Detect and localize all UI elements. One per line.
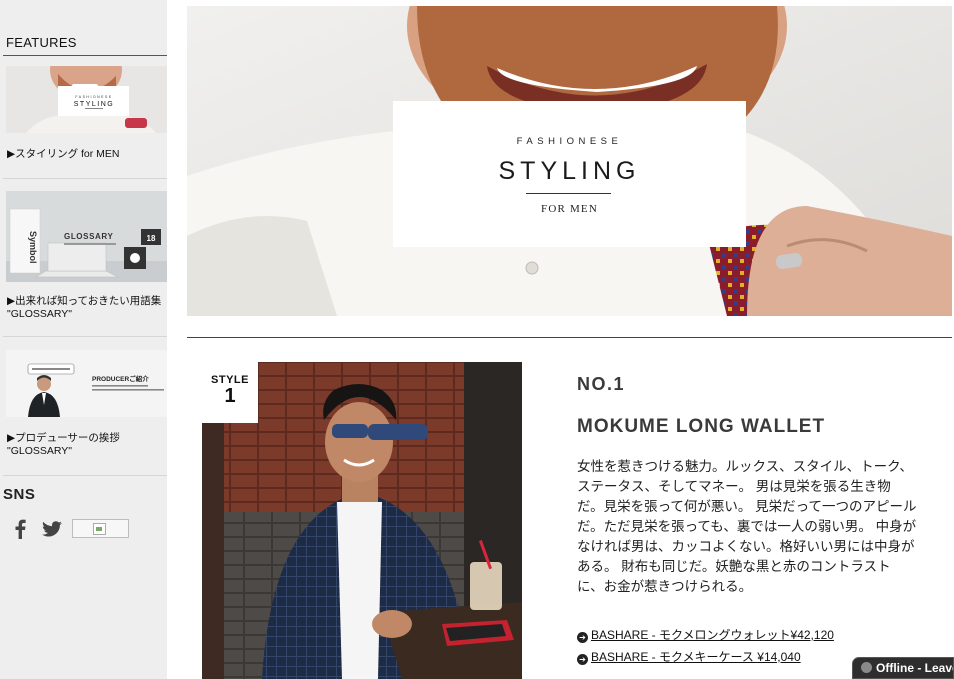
offline-status-text: Offline - Leave	[876, 661, 954, 675]
thumb-caption-glossary: GLOSSARY	[64, 232, 113, 241]
feature-thumb-glossary[interactable]: Symbol GLOSSARY 18	[6, 191, 167, 282]
thumb-caption-styling: STYLING	[74, 101, 114, 108]
style-badge-number: 1	[224, 385, 236, 407]
hero-title: STYLING	[498, 157, 641, 185]
hero-title-rule	[526, 193, 611, 194]
content-divider	[187, 337, 952, 338]
svg-text:Symbol: Symbol	[28, 231, 38, 264]
broken-image-placeholder[interactable]	[72, 519, 129, 538]
hero-subtitle: FASHIONESE	[516, 136, 623, 147]
feature-thumb-styling[interactable]: FASHIONESE STYLING	[6, 66, 167, 133]
feature-thumb-producer[interactable]: PRODUCERご紹介	[6, 350, 167, 417]
product-description: 女性を惹きつける魅力。ルックス、スタイル、トーク、ステータス、そしてマネー。 男…	[577, 459, 917, 594]
shop-link-long-wallet[interactable]: ➔ BASHARE - モクメロングウォレット¥42,120	[577, 626, 834, 643]
twitter-icon[interactable]	[42, 521, 62, 542]
product-number: NO.1	[577, 374, 626, 394]
arrow-circle-icon: ➔	[577, 654, 588, 665]
sidebar-separator	[3, 475, 167, 476]
styling-thumb-image: FASHIONESE STYLING	[6, 66, 167, 133]
product-name: MOKUME LONG WALLET	[577, 416, 826, 437]
hero-banner[interactable]: FASHIONESE STYLING FOR MEN	[187, 6, 952, 316]
shop-link-text: BASHARE - モクメキーケース ¥14,040	[591, 650, 801, 664]
hero-title-card: FASHIONESE STYLING FOR MEN	[393, 101, 746, 247]
arrow-circle-icon: ➔	[577, 632, 588, 643]
sidebar: FEATURES FASHIONESE STYLING ▶スタイリング for …	[0, 0, 167, 679]
feature-link-styling[interactable]: ▶スタイリング for MEN	[7, 148, 167, 161]
feature-link-producer[interactable]: ▶プロデューサーの挨拶 "GLOSSARY"	[7, 432, 167, 458]
svg-text:18: 18	[147, 234, 156, 243]
chat-offline-tab[interactable]: Offline - Leave	[852, 657, 954, 679]
producer-thumb-image: PRODUCERご紹介	[6, 350, 167, 417]
features-divider	[3, 55, 167, 56]
sidebar-separator	[3, 336, 167, 337]
feature-link-glossary[interactable]: ▶出来れば知っておきたい用語集 "GLOSSARY"	[7, 295, 167, 321]
shop-link-text: BASHARE - モクメロングウォレット¥42,120	[591, 628, 834, 642]
sns-heading: SNS	[3, 486, 36, 503]
glossary-thumb-image: Symbol GLOSSARY 18	[6, 191, 167, 282]
features-heading: FEATURES	[6, 35, 77, 50]
facebook-icon[interactable]	[14, 519, 26, 544]
chat-status-icon	[861, 662, 872, 673]
style-number-badge: STYLE 1	[202, 362, 258, 423]
thumb-caption-producer: PRODUCERご紹介	[92, 374, 149, 383]
thumb-caption-sub: FASHIONESE	[75, 95, 112, 99]
shop-link-key-case[interactable]: ➔ BASHARE - モクメキーケース ¥14,040	[577, 648, 801, 665]
hero-for-text: FOR MEN	[541, 203, 598, 215]
sidebar-separator	[3, 178, 167, 179]
broken-image-icon	[93, 523, 106, 535]
